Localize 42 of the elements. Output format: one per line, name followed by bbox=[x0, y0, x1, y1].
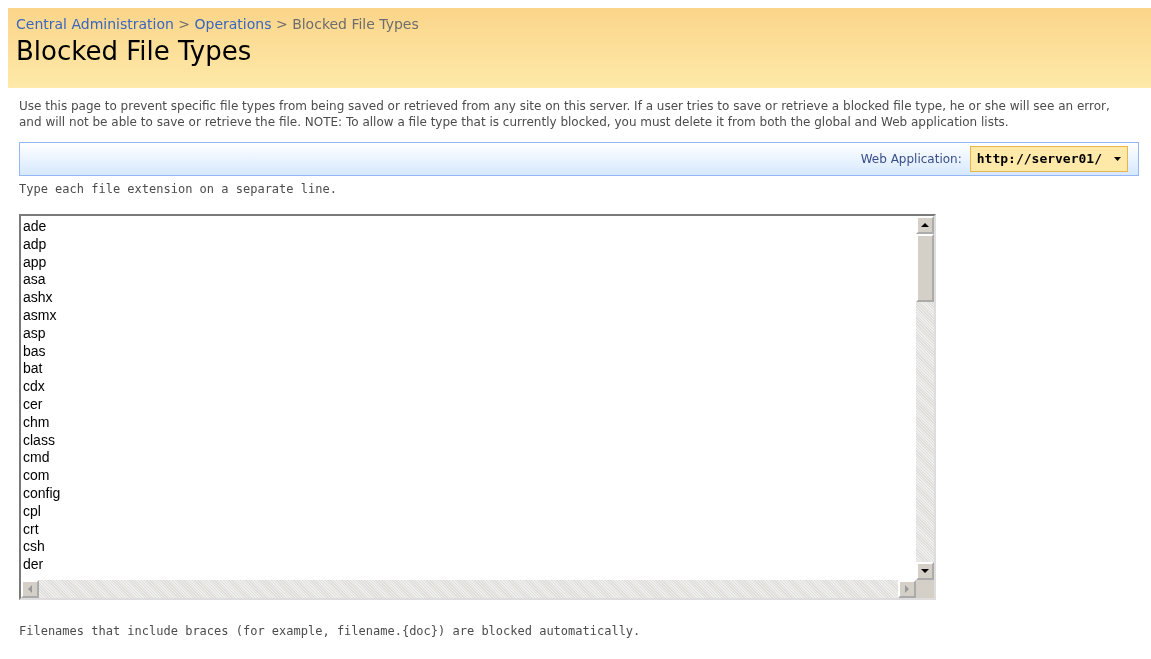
extension-line: cmd bbox=[23, 449, 51, 468]
extensions-field[interactable]: ade adp app asa ashx asmx asp bas bat cdx cer chm class cmd com config cpl crt csh der bbox=[19, 214, 936, 600]
breadcrumb-separator: > bbox=[274, 16, 289, 32]
breadcrumb-separator: > bbox=[177, 16, 192, 32]
extension-line: cdx bbox=[23, 378, 46, 396]
left-arrow-icon bbox=[28, 585, 32, 593]
scrollbar-thumb[interactable] bbox=[916, 234, 934, 302]
extension-line: bat bbox=[23, 360, 44, 379]
extension-line: asp bbox=[23, 324, 47, 343]
extension-line: asmx bbox=[23, 307, 58, 325]
scroll-left-button[interactable] bbox=[21, 580, 39, 598]
web-application-label: Web Application: bbox=[860, 151, 962, 168]
scroll-up-button[interactable] bbox=[916, 216, 934, 234]
breadcrumb-link[interactable]: Central Administration bbox=[16, 16, 174, 32]
description-text: Use this page to prevent specific file types from being saved or retrieved from any site on this server. If a user tries to save or retrieve a blocked file type, he or she will see an error, and will not be able to save or retrieve the file. NOTE: To allow a file type that is currently blocked, you must delete it from both the global and Web application lists. bbox=[19, 98, 1111, 130]
dropdown-arrow-icon bbox=[1114, 157, 1121, 161]
breadcrumb-current: Blocked File Types bbox=[292, 16, 419, 32]
footer-note: Filenames that include braces (for example, filename.{doc}) are blocked automatically. bbox=[19, 623, 642, 640]
scroll-down-button[interactable] bbox=[916, 562, 934, 580]
down-arrow-icon bbox=[921, 569, 929, 573]
breadcrumb-link[interactable]: Operations bbox=[194, 16, 272, 32]
extension-line: config bbox=[23, 484, 62, 503]
extension-line: ashx bbox=[23, 289, 54, 307]
extension-line: crt bbox=[23, 520, 40, 539]
extension-line: csh bbox=[23, 538, 46, 557]
up-arrow-icon bbox=[921, 223, 929, 227]
extension-line: ade bbox=[23, 218, 48, 236]
extension-line: bas bbox=[23, 342, 47, 361]
hint-text: Type each file extension on a separate line. bbox=[19, 181, 338, 198]
web-application-dropdown[interactable]: http://server01/ bbox=[969, 146, 1128, 172]
extension-line: cpl bbox=[23, 502, 42, 521]
extension-line: class bbox=[23, 431, 56, 450]
extension-line: adp bbox=[23, 235, 48, 254]
extension-line: der bbox=[23, 556, 45, 574]
scrollbar-corner bbox=[916, 580, 934, 598]
extension-line: com bbox=[23, 467, 51, 485]
extension-line: app bbox=[23, 253, 48, 272]
right-arrow-icon bbox=[905, 585, 909, 593]
extension-line: asa bbox=[23, 271, 47, 290]
extension-line: cer bbox=[23, 395, 44, 414]
page-title: Blocked File Types bbox=[16, 35, 253, 68]
extension-line: chm bbox=[23, 413, 51, 432]
